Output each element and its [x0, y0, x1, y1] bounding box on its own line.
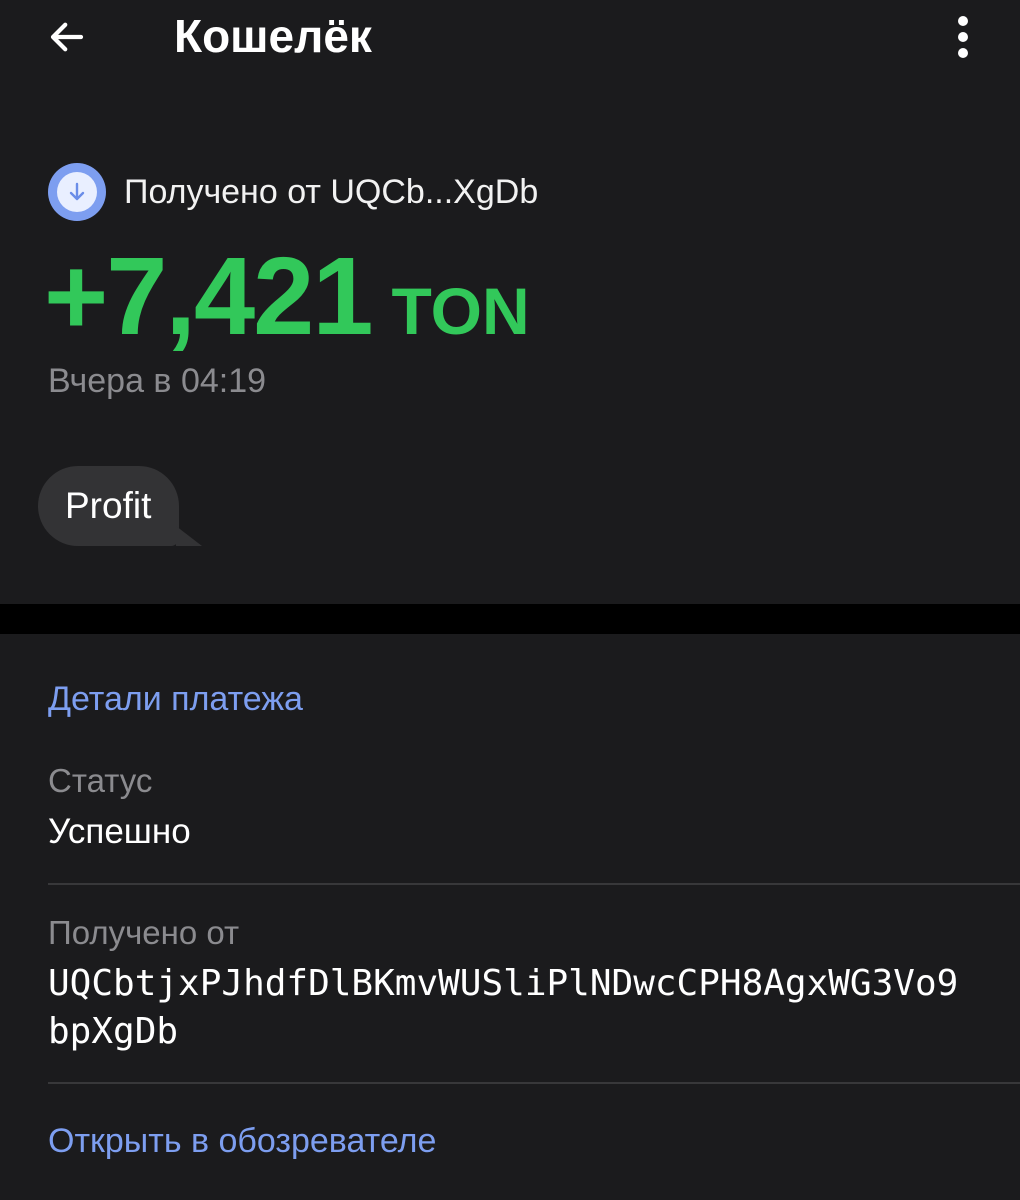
transaction-direction-text: Получено от UQCb...XgDb [124, 172, 539, 211]
amount-currency: TON [391, 274, 530, 348]
arrow-left-icon [50, 22, 84, 52]
divider [48, 883, 1020, 885]
sender-address[interactable]: UQCbtjxPJhdfDlBKmvWUSliPlNDwcCPH8AgxWG3V… [48, 960, 978, 1056]
more-vertical-icon [958, 16, 968, 58]
back-button[interactable] [40, 10, 94, 64]
page-title: Кошелёк [174, 10, 372, 62]
more-menu-button[interactable] [938, 12, 988, 62]
open-in-explorer-link[interactable]: Открыть в обозревателе [48, 1122, 436, 1161]
transaction-header: Получено от UQCb...XgDb [48, 162, 538, 222]
bubble-tail [176, 526, 202, 546]
transaction-comment-bubble: Profit [38, 466, 180, 546]
app-bar: Кошелёк [0, 0, 1020, 76]
payment-details-heading: Детали платежа [48, 680, 303, 718]
sender-label: Получено от [48, 914, 240, 951]
arrow-down-icon [57, 172, 97, 212]
wallet-transaction-screen: Кошелёк Получено от UQCb...XgDb +7,421 TO… [0, 0, 1020, 1200]
status-label: Статус [48, 762, 153, 799]
divider [48, 1082, 1020, 1084]
received-badge [48, 163, 106, 221]
transaction-datetime: Вчера в 04:19 [48, 362, 267, 400]
comment-text: Profit [65, 485, 152, 526]
status-value: Успешно [48, 812, 191, 851]
section-separator [0, 604, 1020, 634]
amount-value: +7,421 [44, 235, 374, 358]
transaction-amount: +7,421 TON [44, 232, 530, 362]
